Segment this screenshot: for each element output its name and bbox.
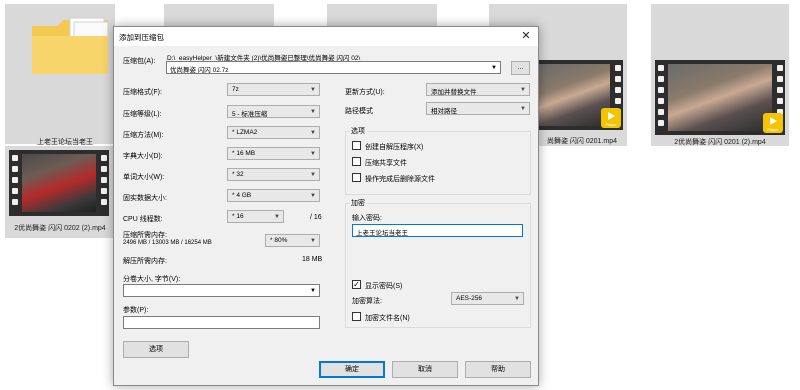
player-badge-icon: Player: [601, 108, 621, 128]
show-password-checkbox[interactable]: ✓: [352, 280, 361, 289]
method-select[interactable]: * LZMA2 ▼: [227, 126, 320, 139]
show-password-label: 显示密码(S): [365, 283, 403, 290]
sfx-checkbox[interactable]: [352, 141, 361, 150]
archive-name-value: 优尚舞姿 闪闪 02.7z: [170, 67, 229, 74]
update-label: 更新方式(U):: [345, 89, 385, 96]
archive-name-combobox[interactable]: 优尚舞姿 闪闪 02.7z ▼: [166, 61, 501, 74]
mem-decomp-label: 解压所需内存:: [123, 258, 167, 265]
options-group-title: 选项: [349, 126, 367, 136]
sfx-label: 创建自解压程序(X): [365, 144, 424, 151]
archive-label: 压缩包(A):: [123, 58, 156, 65]
level-label: 压缩等级(L):: [123, 111, 162, 118]
cpu-total: / 16: [310, 214, 322, 221]
close-icon[interactable]: ✕: [518, 28, 534, 44]
mem-usage-select[interactable]: * 80% ▼: [265, 234, 320, 247]
add-to-archive-dialog: 添加到压缩包 ✕ 压缩包(A): D:\_easyHelper_\新建文件夹 (…: [113, 26, 539, 386]
split-combobox[interactable]: ▼: [123, 284, 320, 297]
password-input[interactable]: 上老王论坛当老王: [352, 224, 523, 237]
dict-select[interactable]: * 16 MB ▼: [227, 147, 320, 160]
format-label: 压缩格式(F):: [123, 89, 162, 96]
chevron-down-icon: ▼: [310, 172, 316, 178]
encrypt-names-label: 加密文件名(N): [365, 315, 410, 322]
encrypt-group-title: 加密: [349, 198, 367, 208]
password-label: 输入密码:: [352, 215, 382, 222]
level-select[interactable]: 5 - 标准压缩 ▼: [227, 105, 320, 118]
params-input[interactable]: [123, 316, 320, 329]
method-label: 压缩方法(M):: [123, 132, 164, 139]
video-thumbnail: [9, 150, 109, 216]
cancel-button[interactable]: 取消: [392, 361, 458, 378]
chevron-down-icon: ▼: [514, 296, 520, 302]
params-label: 参数(P):: [123, 307, 149, 314]
video-thumbnail: Player: [655, 60, 785, 135]
file-tile-label: 2优尚舞姿 闪闪 0201 (2).mp4: [674, 139, 766, 146]
shared-checkbox[interactable]: [352, 157, 361, 166]
folder-icon: [30, 16, 110, 76]
format-select[interactable]: 7z ▼: [227, 83, 320, 96]
update-select[interactable]: 添加并替换文件 ▼: [426, 83, 530, 96]
dict-label: 字典大小(D):: [123, 153, 163, 160]
file-tile-blank[interactable]: [164, 4, 274, 26]
split-label: 分卷大小, 字节(V):: [123, 276, 181, 283]
enc-method-label: 加密算法:: [352, 298, 382, 305]
cpu-label: CPU 线程数:: [123, 216, 163, 223]
file-tile-label: 尚舞姿 闪闪 0201.mp4: [546, 138, 618, 145]
chevron-down-icon: ▼: [520, 87, 526, 93]
delete-checkbox[interactable]: [352, 173, 361, 182]
path-label: 路径模式: [345, 108, 373, 115]
mem-comp-detail: 2496 MB / 13003 MB / 16254 MB: [123, 240, 212, 246]
chevron-down-icon: ▼: [310, 87, 316, 93]
delete-label: 操作完成后删除源文件: [365, 176, 435, 183]
player-badge-icon: Player: [763, 113, 783, 133]
video-thumbnail: Player: [539, 60, 623, 130]
chevron-down-icon: ▼: [310, 193, 316, 199]
mem-comp-label: 压缩所需内存:: [123, 232, 167, 239]
chevron-down-icon: ▼: [520, 106, 526, 112]
file-tile-blank[interactable]: [327, 4, 437, 26]
chevron-down-icon: ▼: [310, 151, 316, 157]
word-select[interactable]: * 32 ▼: [227, 168, 320, 181]
browse-button[interactable]: ...: [511, 61, 530, 75]
encrypt-names-checkbox[interactable]: [352, 312, 361, 321]
chevron-down-icon: ▼: [310, 109, 316, 115]
options-button[interactable]: 选项: [123, 341, 189, 358]
path-select[interactable]: 相对路径 ▼: [426, 102, 530, 115]
chevron-down-icon[interactable]: ▼: [310, 288, 316, 294]
mem-decomp-value: 18 MB: [302, 256, 323, 263]
shared-label: 压缩共享文件: [365, 160, 407, 167]
solid-select[interactable]: * 4 GB ▼: [227, 189, 320, 202]
title-bar[interactable]: 添加到压缩包 ✕: [114, 27, 538, 46]
word-label: 单词大小(W):: [123, 174, 165, 181]
chevron-down-icon: ▼: [274, 214, 280, 220]
chevron-down-icon: ▼: [310, 238, 316, 244]
file-tile-label: 2优尚舞姿 闪闪 0202 (2).mp4: [14, 225, 106, 232]
solid-label: 固实数据大小:: [123, 195, 167, 202]
chevron-down-icon: ▼: [310, 130, 316, 136]
help-button[interactable]: 帮助: [465, 361, 531, 378]
ok-button[interactable]: 确定: [319, 361, 385, 378]
dialog-title: 添加到压缩包: [119, 33, 164, 42]
file-tile-blank[interactable]: [489, 4, 627, 26]
cpu-select[interactable]: * 16 ▼: [227, 210, 284, 223]
enc-method-select[interactable]: AES-256 ▼: [451, 292, 524, 305]
chevron-down-icon[interactable]: ▼: [491, 65, 497, 71]
